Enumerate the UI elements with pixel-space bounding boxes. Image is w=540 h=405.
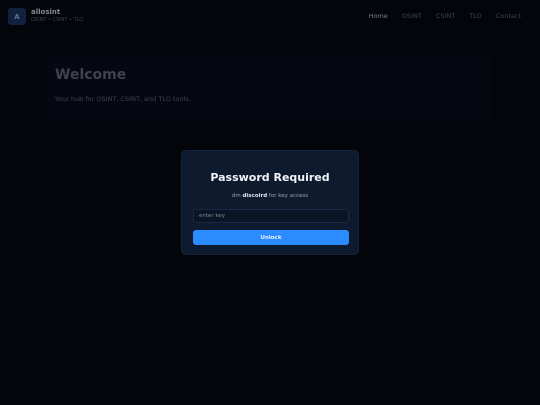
modal-hint: dm discoird for key access [182, 193, 358, 199]
key-input[interactable] [193, 209, 349, 223]
unlock-button[interactable]: Unlock [193, 230, 349, 245]
modal-title: Password Required [210, 171, 330, 184]
password-modal: Password Required dm discoird for key ac… [181, 150, 359, 255]
hint-prefix: dm [231, 193, 241, 199]
hint-suffix: for key access [268, 193, 309, 199]
hint-discord: discoird [242, 193, 268, 199]
